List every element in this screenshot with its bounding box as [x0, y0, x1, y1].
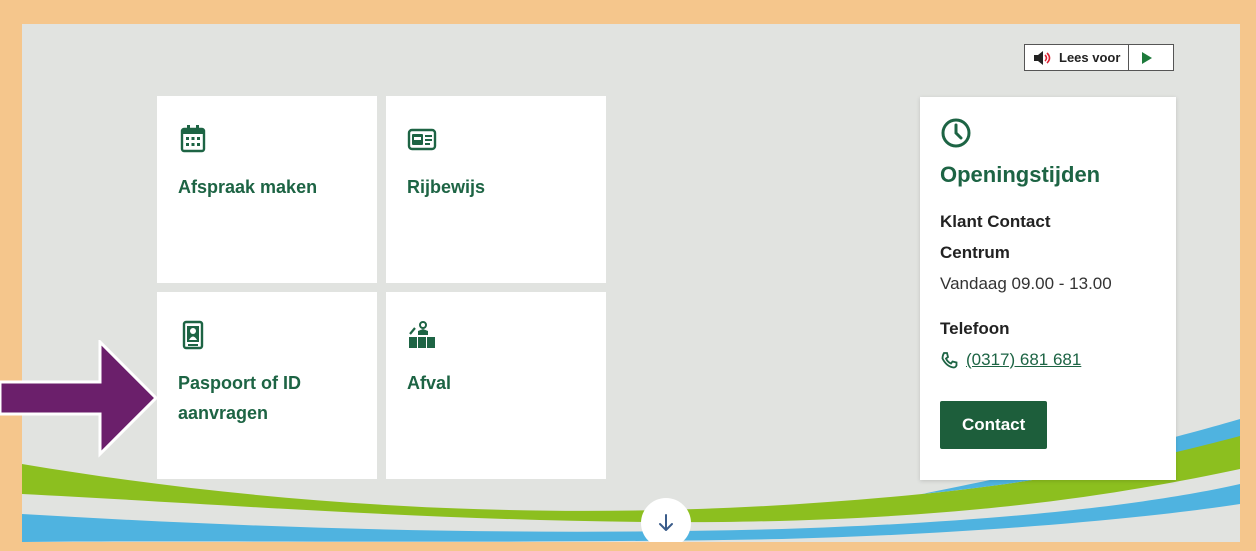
kcc-label-line1: Klant Contact	[940, 212, 1051, 231]
tile-afval[interactable]: Afval	[386, 292, 606, 479]
calendar-icon	[180, 125, 206, 153]
kcc-label-line2: Centrum	[940, 243, 1010, 262]
read-aloud-label: Lees voor	[1059, 50, 1121, 65]
hero-section: Lees voor Afspraak maken Rijbewijs Paspo…	[22, 24, 1240, 542]
phone-number[interactable]: (0317) 681 681	[966, 344, 1081, 375]
phone-icon	[941, 351, 958, 368]
passport-icon	[182, 320, 204, 350]
tile-label: Afval	[407, 373, 452, 393]
driving-license-icon	[407, 128, 437, 151]
tile-label: Afspraak maken	[178, 177, 318, 197]
play-button[interactable]	[1129, 45, 1165, 70]
read-aloud-widget[interactable]: Lees voor	[1024, 44, 1174, 71]
phone-link[interactable]: (0317) 681 681	[940, 344, 1156, 375]
scroll-down-button[interactable]	[641, 498, 691, 542]
opening-hours-card: Openingstijden Klant Contact Centrum Van…	[920, 97, 1176, 480]
pointer-arrow-annotation	[0, 340, 159, 458]
play-icon	[1142, 51, 1153, 64]
waste-bins-icon	[409, 321, 435, 348]
contact-button[interactable]: Contact	[940, 401, 1048, 449]
speaker-icon	[1034, 50, 1051, 65]
phone-label: Telefoon	[940, 319, 1010, 338]
tile-rijbewijs[interactable]: Rijbewijs	[386, 96, 606, 283]
tile-paspoort-id[interactable]: Paspoort of ID aanvragen	[157, 292, 377, 479]
read-aloud-button[interactable]: Lees voor	[1025, 45, 1130, 70]
arrow-down-icon	[659, 514, 673, 531]
clock-icon	[941, 118, 971, 148]
tile-afspraak-maken[interactable]: Afspraak maken	[157, 96, 377, 283]
tile-label: Rijbewijs	[407, 177, 486, 197]
highlight-frame: Lees voor Afspraak maken Rijbewijs Paspo…	[0, 0, 1256, 551]
opening-hours-title: Openingstijden	[940, 162, 1101, 187]
tile-label: Paspoort of ID aanvragen	[178, 373, 302, 423]
today-hours: Vandaag 09.00 - 13.00	[940, 274, 1112, 293]
